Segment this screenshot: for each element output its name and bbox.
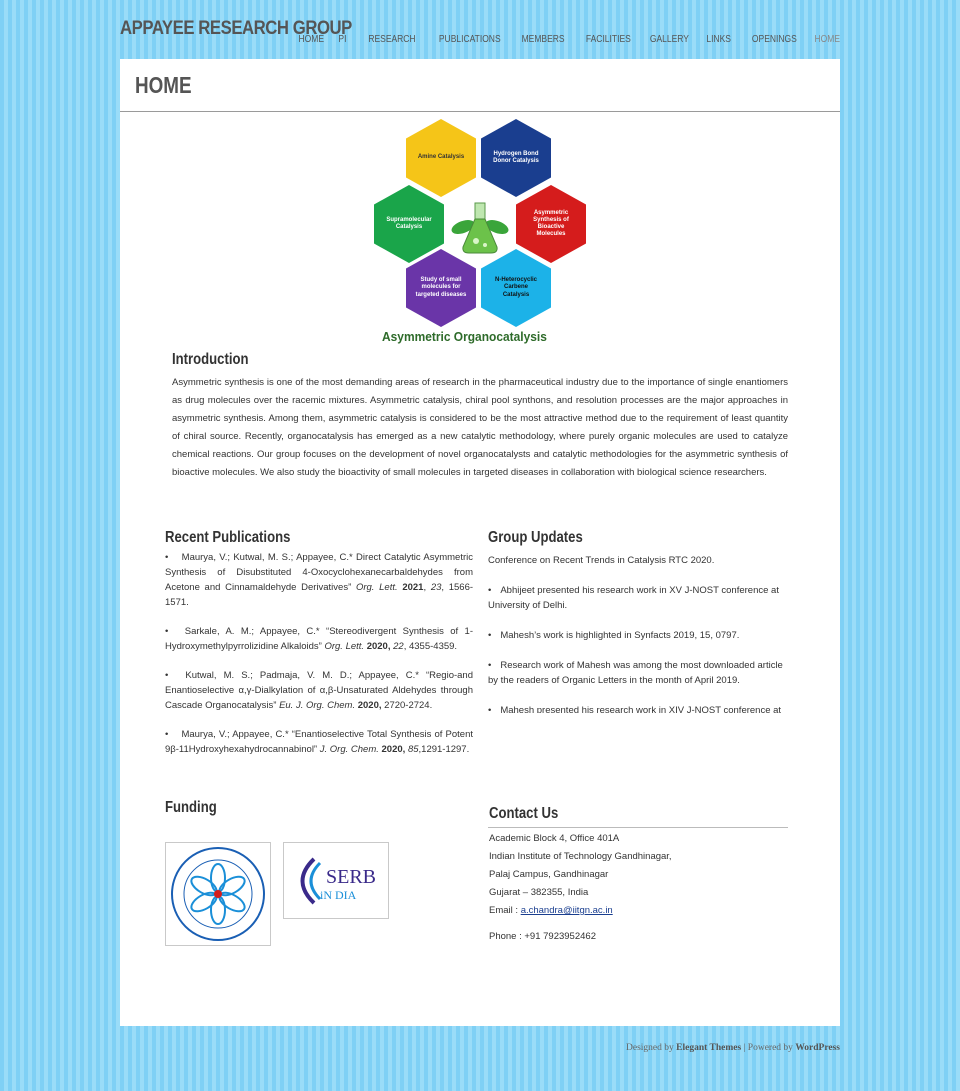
hex-hydrogen-bond: Hydrogen Bond Donor Catalysis: [481, 119, 551, 197]
pub-volume: 22: [393, 641, 404, 652]
address-line: Gujarat – 382355, India: [489, 887, 589, 898]
content-panel: HOME Amine Catalysis Hydrogen Bond Donor…: [120, 59, 840, 1026]
main-nav: HOME PI RESEARCH PUBLICATIONS MEMBERS FA…: [281, 34, 840, 45]
email-line: Email : a.chandra@iitgn.ac.in: [489, 902, 672, 920]
pub-pages: , 4355-4359.: [403, 641, 458, 652]
hex-small-molecules: Study of small molecules for targeted di…: [406, 249, 476, 327]
hex-supramolecular: Supramolecular Catalysis: [374, 185, 444, 263]
update-lead: Conference on Recent Trends in Catalysis…: [488, 555, 715, 566]
contact-heading: Contact Us: [489, 805, 559, 822]
address-line: Indian Institute of Technology Gandhinag…: [489, 851, 672, 862]
nav-openings[interactable]: OPENINGS: [752, 34, 797, 45]
phone-line: Phone : +91 7923952462: [489, 931, 596, 942]
nav-home[interactable]: HOME: [299, 34, 325, 45]
footer-separator: | Powered by: [741, 1043, 796, 1053]
nav-gallery[interactable]: GALLERY: [650, 34, 689, 45]
publication-item: Sarkale, A. M.; Appayee, C.* “Stereodive…: [165, 624, 473, 654]
pub-volume: 23: [430, 582, 442, 593]
iitgn-logo[interactable]: [165, 842, 271, 946]
updates-heading: Group Updates: [488, 529, 583, 546]
update-item: Abhijeet presented his research work in …: [488, 583, 788, 613]
serb-india-wordmark: iN DIA: [320, 888, 357, 902]
page-title: HOME: [135, 72, 192, 98]
nav-publications[interactable]: PUBLICATIONS: [439, 34, 501, 45]
nav-pi[interactable]: PI: [339, 34, 347, 45]
footer-wordpress-link[interactable]: WordPress: [795, 1043, 840, 1053]
iitgn-seal-icon: [171, 847, 265, 941]
nav-facilities[interactable]: FACILITIES: [585, 34, 630, 45]
research-areas-figure: Amine Catalysis Hydrogen Bond Donor Cata…: [370, 119, 590, 349]
publication-item: Maurya, V.; Kutwal, M. S.; Appayee, C.* …: [165, 550, 473, 610]
intro-text: Asymmetric synthesis is one of the most …: [172, 377, 788, 478]
publications-heading: Recent Publications: [165, 529, 291, 546]
nav-links[interactable]: LINKS: [707, 34, 732, 45]
pub-journal: Org. Lett.: [324, 641, 365, 652]
email-link[interactable]: a.chandra@iitgn.ac.in: [521, 905, 613, 916]
serb-logo[interactable]: SERB iN DIA: [283, 842, 389, 919]
updates-list: Abhijeet presented his research work in …: [488, 583, 788, 713]
hex-bioactive: Asymmetric Synthesis of Bioactive Molecu…: [516, 185, 586, 263]
serb-wordmark: SERB: [326, 866, 376, 888]
address-line: Palaj Campus, Gandhinagar: [489, 869, 609, 880]
pub-year: 2020,: [366, 641, 391, 652]
pub-year: 2021: [402, 582, 424, 593]
publication-item: Kutwal, M. S.; Padmaja, V. M. D.; Appaye…: [165, 668, 473, 713]
publications-list: Maurya, V.; Kutwal, M. S.; Appayee, C.* …: [165, 550, 473, 771]
footer-theme-link[interactable]: Elegant Themes: [676, 1043, 741, 1053]
flask-icon: [451, 202, 509, 254]
updates-ticker[interactable]: Conference on Recent Trends in Catalysis…: [488, 553, 788, 713]
contact-divider: [488, 827, 788, 828]
pub-authors: Maurya, V.; Kutwal, M. S.; Appayee, C.* …: [165, 552, 474, 593]
nav-members[interactable]: MEMBERS: [522, 34, 565, 45]
pub-journal: Eu. J. Org. Chem.: [279, 700, 356, 711]
serb-logo-icon: SERBiN DIA: [300, 857, 376, 904]
hex-amine-catalysis: Amine Catalysis: [406, 119, 476, 197]
pub-pages: ,1291-1297.: [418, 744, 470, 755]
publication-item: Maurya, V.; Appayee, C.* “Enantioselecti…: [165, 727, 473, 757]
figure-caption: Asymmetric Organocatalysis: [382, 329, 547, 344]
contact-details: Academic Block 4, Office 401A Indian Ins…: [489, 830, 672, 946]
pub-year: 2020,: [381, 744, 406, 755]
nav-research[interactable]: RESEARCH: [368, 34, 415, 45]
footer: Designed by Elegant Themes | Powered by …: [626, 1043, 840, 1053]
email-label: Email :: [489, 905, 519, 916]
pub-journal: J. Org. Chem.: [319, 744, 379, 755]
address-line: Academic Block 4, Office 401A: [489, 833, 620, 844]
pub-year: 2020,: [357, 700, 382, 711]
intro-heading: Introduction: [172, 351, 249, 368]
update-item: Mahesh presented his research work in XI…: [488, 703, 788, 713]
pub-volume: 85: [407, 744, 419, 755]
hex-nhc-catalysis: N-Heterocyclic Carbene Catalysis: [481, 249, 551, 327]
pub-pages: 2720-2724.: [381, 700, 433, 711]
funding-heading: Funding: [165, 799, 217, 816]
update-item: Mahesh’s work is highlighted in Synfacts…: [488, 628, 788, 643]
footer-designed-by: Designed by: [626, 1043, 674, 1053]
pub-journal: Org. Lett.: [355, 582, 398, 593]
funding-logos: SERB iN DIA: [165, 842, 389, 946]
page-header: HOME: [120, 59, 840, 112]
nav-home-current[interactable]: HOME: [815, 34, 841, 45]
update-item: Research work of Mahesh was among the mo…: [488, 658, 788, 688]
